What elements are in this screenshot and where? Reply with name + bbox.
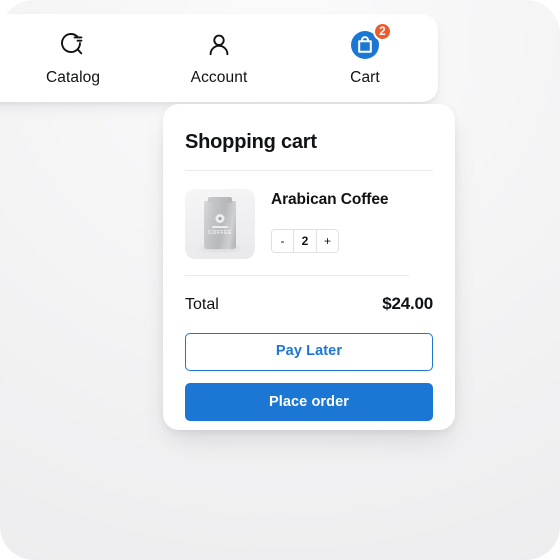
product-info: Arabican Coffee - 2 + [271, 189, 433, 253]
app-stage: Catalog Account 2 Cart Shopping cart COF… [0, 0, 560, 560]
bag-brand-text: COFFEE [208, 230, 232, 236]
catalog-search-icon [54, 28, 92, 62]
nav-item-account[interactable]: Account [146, 28, 292, 87]
nav-item-cart[interactable]: 2 Cart [292, 22, 438, 87]
page-title: Shopping cart [185, 131, 317, 153]
total-label: Total [185, 296, 219, 313]
total-value: $24.00 [382, 294, 433, 313]
nav-item-account-label: Account [190, 69, 248, 86]
bag-tagline [212, 226, 228, 228]
line-item-divider [185, 275, 409, 276]
nav-item-catalog-label: Catalog [45, 69, 101, 86]
nav-item-cart-label: Cart [350, 69, 380, 86]
quantity-increment-button[interactable]: + [317, 230, 338, 252]
nav-item-catalog[interactable]: Catalog [0, 28, 146, 87]
quantity-value: 2 [293, 230, 317, 252]
nav-item-list: Catalog Account 2 Cart [0, 14, 438, 87]
total-row: Total $24.00 [185, 294, 433, 314]
top-navigation-bar: Catalog Account 2 Cart [0, 14, 438, 102]
user-icon [200, 28, 238, 62]
bag-logo-icon [215, 214, 225, 223]
cart-badge-count: 2 [373, 22, 392, 41]
product-name: Arabican Coffee [271, 191, 389, 208]
product-thumbnail[interactable]: COFFEE [185, 189, 255, 259]
cart-line-item: COFFEE Arabican Coffee - 2 + [185, 189, 433, 259]
pay-later-button[interactable]: Pay Later [185, 333, 433, 371]
place-order-button[interactable]: Place order [185, 383, 433, 421]
quantity-stepper[interactable]: - 2 + [271, 229, 339, 253]
quantity-decrement-button[interactable]: - [272, 230, 293, 252]
shopping-cart-panel: Shopping cart COFFEE Arabican Coffee - 2… [163, 104, 455, 430]
shopping-bag-icon: 2 [346, 22, 392, 62]
title-divider [185, 170, 433, 171]
coffee-bag-image: COFFEE [204, 197, 236, 249]
